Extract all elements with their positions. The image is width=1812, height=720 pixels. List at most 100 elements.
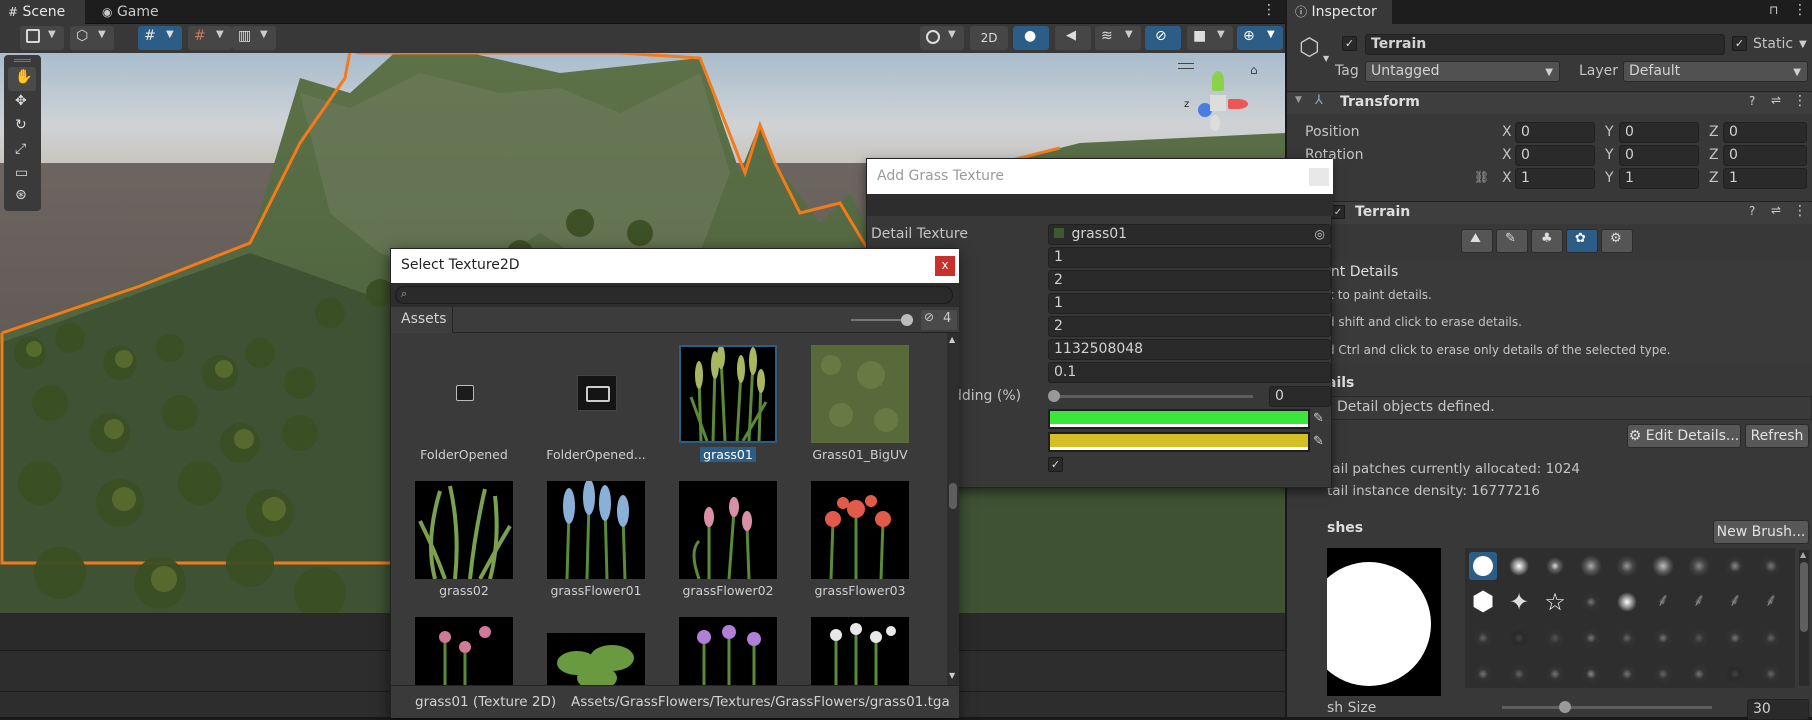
brush-splat-2[interactable] [1685,552,1713,580]
eyedropper-icon[interactable]: ✎ [1313,411,1324,426]
dry-color-field[interactable] [1048,432,1310,452]
billboard-checkbox[interactable]: ✓ [1048,457,1063,472]
object-picker-icon[interactable]: ◎ [1315,225,1325,244]
scroll-up-icon[interactable]: ▲ [949,335,955,344]
chevron-down-icon[interactable]: ▼ [1323,54,1329,63]
brush-row3-4[interactable] [1577,624,1605,652]
rect-tool-button[interactable]: ▭ [8,163,36,187]
camera-dropdown[interactable]: ■ ▼ [1187,26,1233,50]
select-dialog-close-button[interactable]: x [935,256,955,276]
noise-seed-field[interactable]: 1132508048 [1048,339,1331,360]
brush-row3-7[interactable] [1685,624,1713,652]
scl-z-field[interactable]: 1 [1723,168,1807,189]
zoom-slider[interactable] [851,314,913,326]
grass01-thumb[interactable] [679,345,777,443]
brush-row4-9[interactable] [1757,660,1785,688]
grass-dialog-close-button[interactable] [1309,168,1329,186]
kebab-menu-icon[interactable]: ⋮ [1793,2,1807,18]
snap-increment-dropdown[interactable]: # ▼ [188,26,232,50]
brush-noise-2[interactable] [1613,552,1641,580]
scroll-up-icon[interactable]: ▲ [1800,550,1806,559]
active-checkbox[interactable]: ✓ [1342,36,1357,51]
grass01-biguv-thumb[interactable] [811,345,909,443]
brush-row3-9[interactable] [1757,624,1785,652]
brush-size-slider[interactable] [1502,701,1712,713]
tab-game[interactable]: ◉ Game [94,0,174,24]
scl-x-field[interactable]: 1 [1515,168,1595,189]
component-enabled-checkbox[interactable]: ✓ [1331,205,1345,219]
folder-opened-thumb[interactable] [415,345,513,443]
brush-grass-2[interactable]: ⸙ [1685,588,1713,616]
brush-star-outline[interactable]: ☆ [1541,588,1569,616]
tab-scene[interactable]: # Scene [0,0,85,24]
brush-row4-1[interactable] [1469,660,1497,688]
brush-grass-4[interactable]: ⸙ [1757,588,1785,616]
object-name-field[interactable]: Terrain [1365,34,1725,55]
brush-splat-4[interactable] [1757,552,1785,580]
lock-icon[interactable]: ⌂ [1250,63,1258,77]
help-icon[interactable]: ? [1749,204,1755,218]
slider-thumb[interactable] [1559,701,1571,713]
grassflower07-thumb[interactable] [811,617,909,685]
kebab-menu-icon[interactable]: ⋮ [1262,2,1276,18]
scroll-down-icon[interactable]: ▼ [949,671,955,680]
brush-row4-5[interactable] [1613,660,1641,688]
gizmos-dropdown[interactable]: ⊕ ▼ [1237,26,1283,50]
brush-row3-5[interactable] [1613,624,1641,652]
scene-visibility-button[interactable]: ⊘ [1145,26,1181,50]
grassflower04-thumb[interactable] [415,617,513,685]
lock-icon[interactable]: ⊓ [1769,3,1778,17]
brush-row4-2[interactable] [1505,660,1533,688]
brush-grid-scrollbar[interactable]: ▲ [1799,550,1809,686]
grassflower01-thumb[interactable] [547,479,645,580]
grassflower05-thumb[interactable] [547,633,645,685]
rotate-tool-button[interactable]: ↻ [8,115,36,139]
global-dropdown[interactable]: ▼ [920,26,964,50]
kebab-menu-icon[interactable]: ⋮ [1793,93,1807,109]
brush-row4-4[interactable] [1577,660,1605,688]
assets-tab[interactable]: Assets [391,307,453,333]
brush-row3-3[interactable] [1541,624,1569,652]
scl-y-field[interactable]: 1 [1619,168,1699,189]
chevron-down-icon[interactable]: ▼ [1799,39,1807,50]
scroll-thumb[interactable] [1800,562,1808,632]
grassflower03-thumb[interactable] [811,481,909,580]
gizmo-menu-icon[interactable] [1178,63,1194,69]
pos-x-field[interactable]: 0 [1515,122,1595,143]
pos-y-field[interactable]: 0 [1619,122,1699,143]
create-neighbor-button[interactable]: ⛰ [1461,229,1493,253]
brush-soft-2[interactable] [1541,552,1569,580]
ruler-dropdown[interactable]: ▥ ▼ [232,26,276,50]
brush-row4-8[interactable] [1721,660,1749,688]
scale-tool-button[interactable]: ⤢ [8,139,36,163]
brush-splat-3[interactable] [1721,552,1749,580]
pos-z-field[interactable]: 0 [1723,122,1807,143]
healthy-color-field[interactable] [1048,409,1310,429]
brush-row4-7[interactable] [1685,660,1713,688]
lighting-toggle-button[interactable]: ● [1013,26,1049,50]
brush-row4-6[interactable] [1649,660,1677,688]
refresh-button[interactable]: Refresh [1745,424,1809,448]
rot-z-field[interactable]: 0 [1723,145,1807,166]
max-width-field[interactable]: 2 [1048,270,1331,291]
hidden-toggle[interactable]: ⊘ 4 [921,310,957,330]
min-width-field[interactable]: 1 [1048,247,1331,268]
audio-toggle-button[interactable]: ◀ [1055,26,1091,50]
shading-dropdown[interactable]: ⬡ ▼ [70,26,114,50]
padding-field[interactable]: 0 [1269,386,1331,407]
brush-soft-3[interactable] [1613,588,1641,616]
brush-row4-3[interactable] [1541,660,1569,688]
transform-header[interactable]: ▼ ⅄ Transform ? ⇌ ⋮ [1287,91,1812,114]
transform-tool-button[interactable]: ⊛ [8,185,36,209]
move-tool-button[interactable]: ✥ [8,91,36,115]
preset-icon[interactable]: ⇌ [1771,203,1781,217]
layer-dropdown[interactable]: Default ▼ [1623,61,1808,82]
paint-terrain-button[interactable]: ✎ [1496,229,1528,253]
grassflower02-thumb[interactable] [679,481,777,580]
paint-details-button[interactable]: ✿ [1566,229,1598,253]
brush-row3-2[interactable] [1505,624,1533,652]
select-search-input[interactable]: ⌕ [395,286,953,304]
edit-details-button[interactable]: ⚙ Edit Details... [1627,424,1741,448]
link-icon[interactable]: ⛓ [1474,170,1489,184]
eyedropper-icon[interactable]: ✎ [1313,434,1324,449]
